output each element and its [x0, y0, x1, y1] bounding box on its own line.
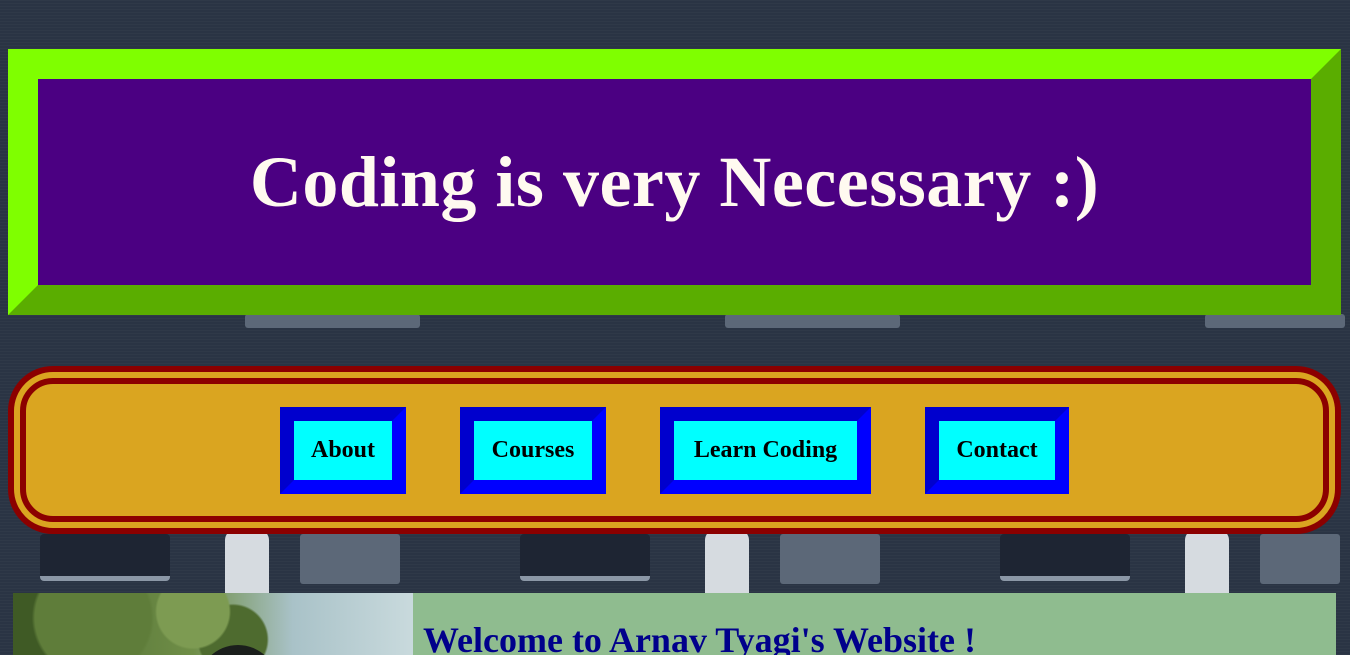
background-decoration: [725, 314, 900, 328]
site-header: Coding is very Necessary :): [8, 49, 1341, 315]
background-decoration: [225, 530, 269, 600]
background-decoration: [705, 530, 749, 600]
page-title: Coding is very Necessary :): [249, 141, 1100, 222]
background-decoration: [40, 534, 170, 581]
main-navigation: About Courses Learn Coding Contact: [8, 366, 1341, 534]
nav-button-contact[interactable]: Contact: [925, 406, 1069, 494]
background-decoration: [520, 534, 650, 581]
profile-photo-subject: [198, 645, 278, 655]
welcome-heading: Welcome to Arnav Tyagi's Website !: [423, 620, 976, 655]
background-decoration: [1185, 530, 1229, 600]
nav-button-about[interactable]: About: [280, 406, 406, 494]
background-decoration: [1205, 314, 1345, 328]
welcome-section: Welcome to Arnav Tyagi's Website !: [413, 593, 1336, 655]
background-decoration: [245, 314, 420, 328]
background-decoration: [780, 534, 880, 584]
profile-photo: [13, 593, 413, 655]
background-decoration: [1260, 534, 1340, 584]
nav-button-learn-coding[interactable]: Learn Coding: [660, 406, 871, 494]
nav-button-courses[interactable]: Courses: [460, 406, 606, 494]
background-decoration: [300, 534, 400, 584]
background-decoration: [1000, 534, 1130, 581]
